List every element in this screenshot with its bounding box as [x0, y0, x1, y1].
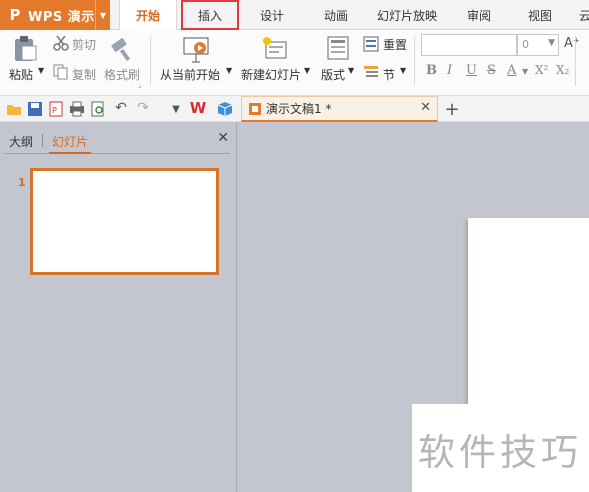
strikethrough-button[interactable]: S [487, 63, 496, 78]
new-slide-button[interactable]: 新建幻灯片 [241, 66, 301, 83]
cube-icon[interactable] [217, 101, 233, 117]
panel-tabs: 大纲 幻灯片 ✕ [0, 122, 237, 156]
subscript-button[interactable]: X₂ [556, 63, 569, 77]
ribbon-separator [414, 36, 415, 86]
tab-view[interactable]: 视图 [518, 0, 562, 30]
section-icon[interactable] [363, 64, 379, 80]
tab-animation[interactable]: 动画 [314, 0, 358, 30]
copy-button[interactable]: 复制 [72, 66, 96, 83]
section-dropdown-icon[interactable]: ▼ [400, 66, 406, 75]
bold-button[interactable]: B [426, 63, 437, 78]
customize-toolbar-icon[interactable]: ▼ [168, 101, 184, 117]
font-size-value: 0 [522, 38, 529, 51]
clipboard-expand-icon[interactable]: ⌟ [138, 80, 142, 89]
tab-design[interactable]: 设计 [250, 0, 294, 30]
app-name: WPS 演示 [28, 9, 95, 25]
reset-button[interactable]: 重置 [383, 36, 407, 53]
tab-cloud[interactable]: 云 [578, 0, 589, 30]
font-color-dropdown-icon[interactable]: ▼ [522, 67, 528, 76]
slide-panel: 大纲 幻灯片 ✕ 1 [0, 122, 237, 492]
tab-outline[interactable]: 大纲 [9, 133, 33, 150]
paste-dropdown-icon[interactable]: ▼ [38, 66, 44, 75]
app-dropdown-icon[interactable]: ▼ [95, 0, 110, 30]
tab-slides[interactable]: 幻灯片 [52, 133, 88, 150]
save-icon[interactable] [27, 101, 43, 117]
chevron-down-icon[interactable]: ▼ [548, 38, 555, 48]
paste-icon[interactable] [12, 35, 38, 63]
cut-button[interactable]: 剪切 [72, 36, 96, 53]
reset-icon[interactable] [363, 36, 379, 52]
new-slide-icon[interactable] [262, 36, 288, 62]
tab-review[interactable]: 审阅 [457, 0, 501, 30]
font-color-button[interactable]: A [507, 63, 516, 78]
wps-office-icon[interactable]: W [190, 99, 207, 117]
play-from-current-icon[interactable] [183, 36, 209, 64]
document-title: 演示文稿1 * [266, 102, 332, 116]
layout-button[interactable]: 版式 [321, 66, 345, 83]
redo-icon[interactable]: ↷ [135, 100, 151, 116]
watermark-text: 软件技巧 [418, 431, 582, 474]
undo-icon[interactable]: ↶ [113, 100, 129, 116]
close-tab-icon[interactable]: ✕ [420, 100, 431, 115]
tab-home[interactable]: 开始 [119, 0, 177, 31]
ribbon-separator [150, 36, 151, 86]
from-current-dropdown-icon[interactable]: ▼ [226, 66, 232, 75]
svg-text:P: P [52, 106, 57, 115]
tab-insert[interactable]: 插入 [181, 0, 239, 30]
print-preview-icon[interactable] [90, 101, 106, 117]
close-panel-icon[interactable]: ✕ [217, 130, 229, 146]
new-tab-icon[interactable]: + [444, 96, 460, 122]
wps-logo-icon: P [9, 6, 21, 24]
new-slide-dropdown-icon[interactable]: ▼ [304, 66, 310, 75]
cut-icon[interactable] [53, 35, 69, 51]
font-name-select[interactable] [421, 34, 517, 56]
format-painter-icon[interactable] [110, 35, 136, 63]
layout-dropdown-icon[interactable]: ▼ [348, 66, 354, 75]
tab-divider [42, 134, 43, 147]
tab-slideshow[interactable]: 幻灯片放映 [372, 0, 442, 30]
paste-button[interactable]: 粘贴 [9, 66, 33, 83]
format-painter-button[interactable]: 格式刷 [104, 66, 140, 83]
print-icon[interactable] [69, 101, 85, 117]
slide-thumbnail[interactable] [30, 168, 219, 275]
export-pdf-icon[interactable]: P [48, 101, 64, 117]
grow-font-button[interactable]: A⁺ [564, 36, 580, 51]
document-tab[interactable]: 演示文稿1 * ✕ [241, 96, 438, 122]
slide-number: 1 [18, 176, 26, 189]
italic-button[interactable]: I [447, 63, 452, 78]
superscript-button[interactable]: X² [535, 63, 548, 77]
layout-icon[interactable] [327, 36, 349, 60]
tab-active-indicator [49, 152, 91, 154]
section-button[interactable]: 节 [383, 66, 395, 83]
from-current-button[interactable]: 从当前开始 [160, 66, 220, 83]
ribbon-separator [575, 36, 576, 86]
menu-bar: P WPS 演示 ▼ 开始 插入 设计 动画 幻灯片放映 审阅 视图 云 [0, 0, 589, 31]
tab-underline [4, 153, 230, 154]
underline-button[interactable]: U [466, 63, 477, 78]
presentation-file-icon [249, 102, 261, 115]
open-folder-icon[interactable] [6, 101, 22, 117]
font-size-select[interactable]: 0 ▼ [517, 34, 559, 56]
app-menu-button[interactable]: P WPS 演示 ▼ [0, 0, 110, 30]
copy-icon[interactable] [53, 64, 69, 80]
